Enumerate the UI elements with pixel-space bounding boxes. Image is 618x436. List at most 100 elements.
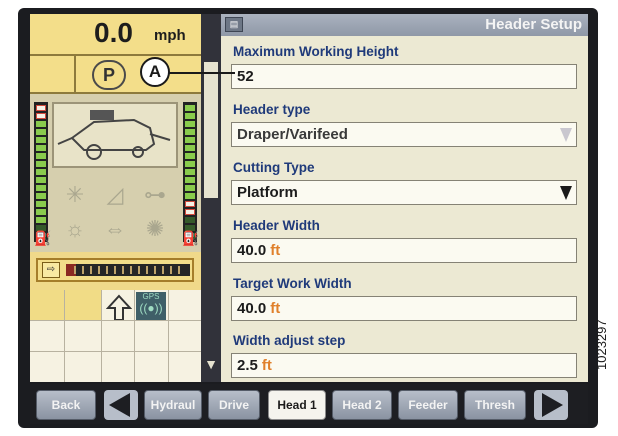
head1-button[interactable]: Head 1 (268, 390, 326, 420)
right-level-gauge (183, 102, 197, 242)
speed-value: 0.0 (94, 17, 133, 48)
gps-label: GPS (142, 292, 160, 301)
progress-tick (114, 266, 116, 274)
beacon-icon: ✺ (145, 216, 165, 241)
gauge-segment (185, 153, 195, 159)
hydraul-button[interactable]: Hydraul (144, 390, 202, 420)
gauge-segment (36, 161, 46, 167)
progress-tick (74, 266, 76, 274)
thresh-button[interactable]: Thresh (464, 390, 526, 420)
gauge-segment (36, 153, 46, 159)
gauge-segment (36, 129, 46, 135)
progress-tick (146, 266, 148, 274)
gauge-segment (185, 121, 195, 127)
drive-button[interactable]: Drive (208, 390, 260, 420)
grid-highlight (30, 290, 101, 320)
unload-arrow-icon: ⇨ (42, 262, 60, 278)
bottom-button-bar: Back Hydraul Drive Head 1 Head 2 Feeder … (30, 384, 588, 424)
left-level-gauge (34, 102, 48, 242)
scrollbar-thumb[interactable] (204, 62, 218, 198)
figure-code: 1023297 (594, 319, 609, 370)
field-label-header-width: Header Width (233, 218, 320, 233)
field-value: 40.0 ft (237, 300, 281, 317)
header-setup-panel: ▤ Header Setup Maximum Working Height 52… (221, 14, 588, 382)
speed-readout: 0.0 mph (30, 14, 201, 56)
speed-unit: mph (154, 27, 186, 44)
grid-line (168, 290, 169, 382)
field-label-width-adjust-step: Width adjust step (233, 333, 346, 348)
def-icon: ⛽ (182, 230, 200, 246)
progress-tick (98, 266, 100, 274)
gauge-segment (36, 209, 46, 215)
back-button[interactable]: Back (36, 390, 96, 420)
gauge-segment (185, 137, 195, 143)
field-unit: ft (261, 357, 272, 374)
status-panel: 0.0 mph P ✳ ◿ ⊶ ☼ ⇔ ✺ ⛽ ⛽ ⇨ GPS ((●)) (30, 14, 201, 382)
gauge-segment (185, 209, 195, 215)
field-unit: ft (270, 300, 281, 317)
up-arrow-icon (106, 294, 132, 321)
field-value: 2.5 ft (237, 357, 272, 374)
header-width-field[interactable]: 40.0 ft (231, 238, 577, 263)
scroll-down-icon[interactable]: ▼ (203, 356, 219, 376)
field-value: Draper/Varifeed (237, 126, 348, 143)
page-title: Header Setup (485, 16, 582, 33)
grid-line (134, 290, 135, 382)
turn-signal-icon: ⇔ (104, 216, 126, 241)
field-label-header-type: Header type (233, 102, 311, 117)
gauge-segment (185, 145, 195, 151)
gauge-segment (185, 217, 195, 223)
gauge-segment (36, 137, 46, 143)
max-working-height-field[interactable]: 52 (231, 64, 577, 89)
cutting-type-select[interactable]: Platform (231, 180, 577, 205)
park-brake-icon: P (92, 60, 126, 90)
gauge-segment (185, 161, 195, 167)
gauge-segment (185, 129, 195, 135)
progress-tick (162, 266, 164, 274)
head2-button[interactable]: Head 2 (332, 390, 392, 420)
title-bar: ▤ Header Setup (221, 14, 588, 36)
callout-leader-line (167, 72, 235, 74)
next-arrow-button[interactable] (534, 390, 568, 420)
lights-icon: ☼ (64, 216, 86, 241)
key-icon: ⊶ (144, 182, 166, 207)
gauge-segment (185, 169, 195, 175)
unload-progress-row: ⇨ (30, 252, 201, 290)
progress-tick (106, 266, 108, 274)
progress-tick (170, 266, 172, 274)
park-row: P (30, 56, 201, 94)
field-label-target-work-width: Target Work Width (233, 276, 352, 291)
field-value: Platform (237, 184, 298, 201)
grid-line (30, 320, 201, 321)
gauge-segment (36, 193, 46, 199)
scrollbar[interactable]: ▼ (201, 14, 221, 382)
field-label-cutting-type: Cutting Type (233, 160, 315, 175)
callout-label: A (140, 57, 170, 87)
gauge-segment (36, 121, 46, 127)
field-unit: ft (270, 242, 281, 259)
progress-tick (154, 266, 156, 274)
guidance-grid: GPS ((●)) (30, 290, 201, 382)
field-label-max-working-height: Maximum Working Height (233, 44, 399, 59)
park-divider (74, 56, 76, 94)
header-type-select[interactable]: Draper/Varifeed (231, 122, 577, 147)
gauge-segment (185, 113, 195, 119)
combine-icon (52, 102, 178, 168)
gauge-segment (36, 145, 46, 151)
progress-track (66, 264, 190, 276)
field-value: 40.0 ft (237, 242, 281, 259)
feeder-button[interactable]: Feeder (398, 390, 458, 420)
width-adjust-step-field[interactable]: 2.5 ft (231, 353, 577, 378)
target-work-width-field[interactable]: 40.0 ft (231, 296, 577, 321)
previous-arrow-button[interactable] (104, 390, 138, 420)
gauge-segment (36, 201, 46, 207)
chevron-down-icon (560, 128, 572, 142)
machine-status-area: ✳ ◿ ⊶ ☼ ⇔ ✺ ⛽ ⛽ (30, 94, 201, 252)
angle-icon: ◿ (106, 182, 124, 207)
gauge-segment (36, 177, 46, 183)
gauge-segment (36, 169, 46, 175)
progress-tick (90, 266, 92, 274)
gauge-segment (185, 193, 195, 199)
gauge-segment (36, 185, 46, 191)
fan-icon: ✳ (65, 182, 85, 207)
